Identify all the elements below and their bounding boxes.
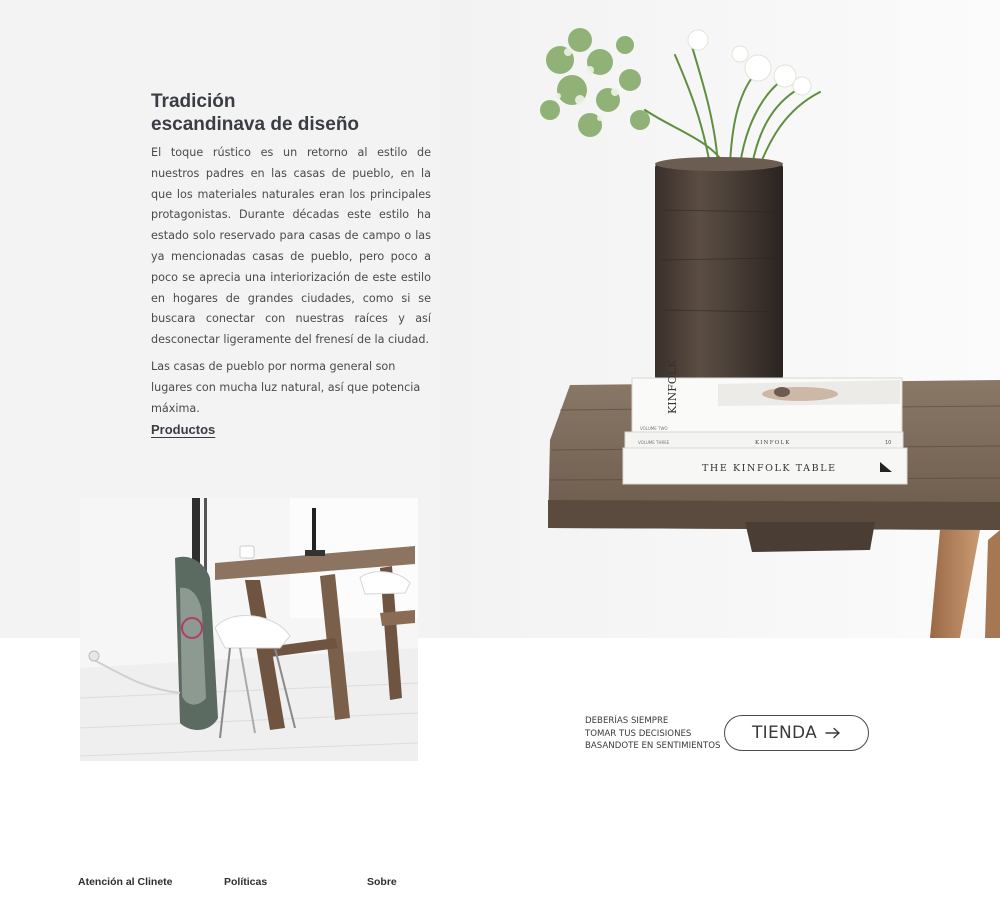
intro-section: Tradición escandinava de diseño El toque… — [151, 90, 431, 439]
book-spine-text: KINFOLK — [666, 359, 679, 414]
vase-flowers-books-table-photo: KINFOLK VOLUME TWO KINFOLK VOLUME THREE … — [440, 0, 1000, 638]
shop-button[interactable]: TIENDA — [724, 715, 869, 751]
products-link[interactable]: Productos — [151, 422, 215, 437]
intro-paragraph-1: El toque rústico es un retorno al estilo… — [151, 146, 431, 347]
wooden-desk-chair-photo — [80, 498, 418, 761]
tagline-line-2: TOMAR TUS DECISIONES — [585, 728, 692, 739]
intro-paragraph-2: Las casas de pueblo por norma general so… — [151, 359, 421, 415]
book-middle-num: 10 — [885, 440, 891, 446]
footer-link-about[interactable]: Sobre — [367, 876, 397, 888]
arrow-right-icon — [825, 727, 840, 739]
desk-image — [80, 498, 418, 761]
footer-link-customer-service[interactable]: Atención al Clinete — [78, 876, 173, 888]
book-vol-text: VOLUME TWO — [640, 426, 668, 431]
tagline-line-3: BASANDOTE EN SENTIMIENTOS — [585, 741, 721, 752]
intro-title-line1: Tradición — [151, 91, 236, 112]
shop-button-label: TIENDA — [751, 723, 818, 743]
tagline-line-1: DEBERÍAS SIEMPRE — [585, 716, 669, 726]
book-middle-vol: VOLUME THREE — [638, 440, 670, 445]
footer-link-policies[interactable]: Políticas — [224, 876, 267, 888]
intro-title: Tradición escandinava de diseño — [151, 90, 431, 136]
book-middle-text: KINFOLK — [755, 440, 791, 446]
cta-tagline: DEBERÍAS SIEMPRE TOMAR TUS DECISIONES BA… — [585, 715, 735, 753]
book-bottom-title: THE KINFOLK TABLE — [702, 463, 837, 474]
intro-title-line2: escandinava de diseño — [151, 114, 360, 135]
hero-image: KINFOLK VOLUME TWO KINFOLK VOLUME THREE … — [440, 0, 1000, 638]
